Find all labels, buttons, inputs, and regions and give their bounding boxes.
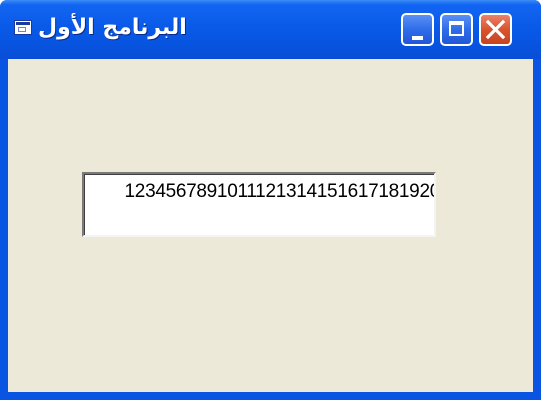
title-bar[interactable]: البرنامج الأول <box>0 0 541 59</box>
number-textbox[interactable]: 1234567891011121314151617181920 <box>82 172 436 237</box>
close-icon <box>485 19 506 40</box>
title-bar-content: البرنامج الأول <box>0 0 541 59</box>
minimize-button[interactable] <box>401 13 434 46</box>
close-button[interactable] <box>479 13 512 46</box>
maximize-icon <box>449 21 464 36</box>
minimize-icon <box>412 36 423 40</box>
maximize-button[interactable] <box>440 13 473 46</box>
textbox-value: 1234567891011121314151617181920 <box>124 181 436 202</box>
app-icon[interactable] <box>14 20 32 35</box>
app-window: البرنامج الأول 1234567891011121314151617… <box>0 0 541 400</box>
window-title: البرنامج الأول <box>38 15 187 40</box>
form-client-area: 1234567891011121314151617181920 <box>8 59 533 392</box>
